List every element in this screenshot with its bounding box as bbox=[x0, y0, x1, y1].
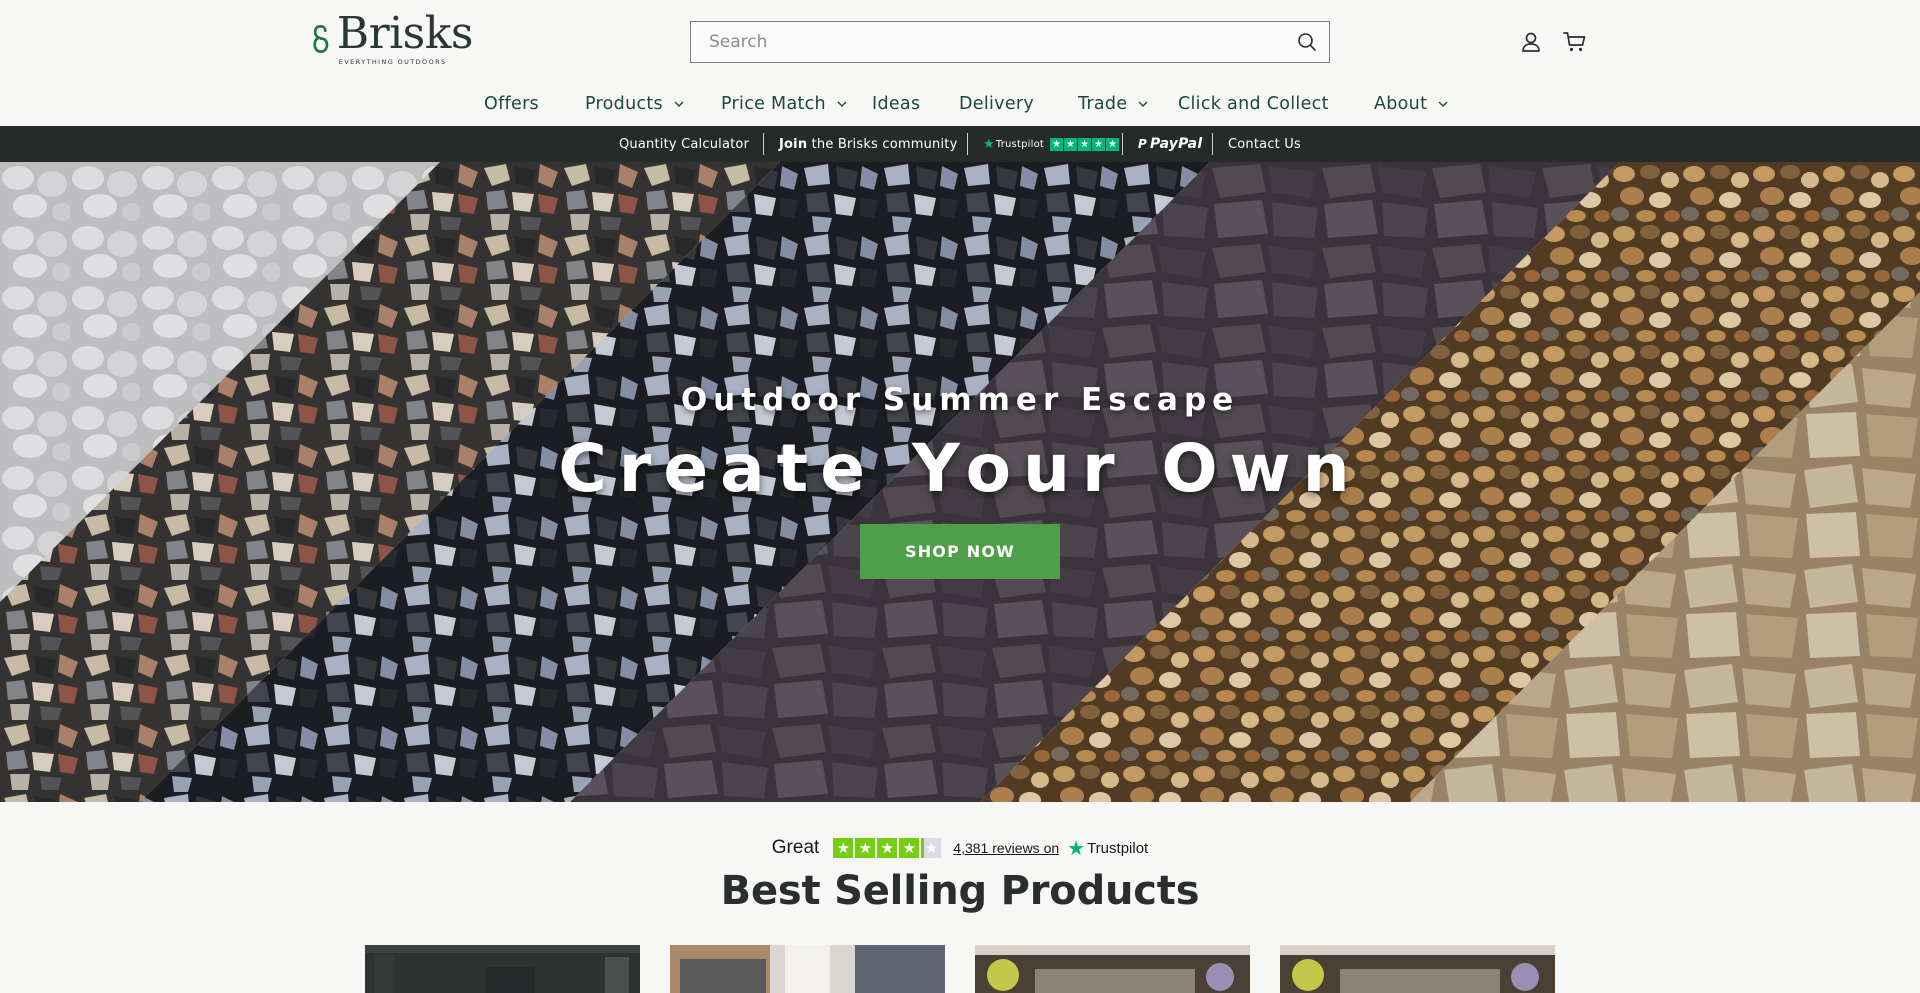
search-button[interactable] bbox=[1285, 22, 1329, 62]
star-icon: ★ bbox=[1092, 137, 1106, 151]
search-icon bbox=[1298, 33, 1316, 51]
chevron-down-icon bbox=[1438, 101, 1448, 107]
section-title: Best Selling Products bbox=[720, 868, 1200, 914]
nav-item-label: Delivery bbox=[959, 94, 1035, 114]
trustpilot-logo[interactable]: ★ Trustpilot bbox=[1067, 836, 1148, 861]
trustpilot-star-icon: ★ bbox=[1067, 837, 1086, 860]
star-icon: ★ bbox=[877, 838, 898, 858]
product-image bbox=[365, 945, 640, 993]
nav-item-label: Click and Collect bbox=[1178, 94, 1329, 114]
product-card[interactable] bbox=[1280, 945, 1555, 993]
star-icon: ★ bbox=[899, 838, 920, 858]
product-card[interactable] bbox=[670, 945, 945, 993]
divider bbox=[1122, 133, 1123, 155]
reviews-link[interactable]: 4,381 reviews on bbox=[953, 840, 1059, 856]
main-nav: Offers Products Price Match Ideas Delive… bbox=[0, 90, 1920, 118]
star-icon: ★ bbox=[833, 838, 854, 858]
nav-item-click-and-collect[interactable]: Click and Collect bbox=[1178, 90, 1329, 118]
hero-title: Create Your Own bbox=[558, 430, 1362, 507]
quantity-calculator-link[interactable]: Quantity Calculator bbox=[619, 126, 749, 162]
nav-item-ideas[interactable]: Ideas bbox=[872, 90, 920, 118]
nav-item-products[interactable]: Products bbox=[585, 90, 685, 118]
nav-item-trade[interactable]: Trade bbox=[1078, 90, 1149, 118]
nav-item-offers[interactable]: Offers bbox=[484, 90, 539, 118]
divider bbox=[967, 133, 968, 155]
star-icon: ★ bbox=[1078, 137, 1092, 151]
nav-item-about[interactable]: About bbox=[1374, 90, 1449, 118]
nav-item-price-match[interactable]: Price Match bbox=[721, 90, 848, 118]
search-input[interactable] bbox=[691, 22, 1285, 62]
divider bbox=[1212, 133, 1213, 155]
product-image bbox=[975, 945, 1250, 993]
star-icon: ★ bbox=[1050, 137, 1064, 151]
star-icon: ★ bbox=[1106, 137, 1120, 151]
trustpilot-widget: Great ★ ★ ★ ★ ★ 4,381 reviews on ★ Trust… bbox=[0, 836, 1920, 860]
nav-item-label: Trade bbox=[1078, 94, 1128, 114]
nav-item-label: Products bbox=[585, 94, 663, 114]
nav-item-label: Offers bbox=[484, 94, 539, 114]
join-community-link[interactable]: Join the Brisks community bbox=[779, 126, 957, 162]
search-bar bbox=[690, 21, 1330, 63]
chevron-down-icon bbox=[674, 101, 684, 107]
logo-name: Brisks bbox=[336, 8, 474, 59]
trustpilot-stars: ★ ★ ★ ★ ★ bbox=[1050, 137, 1120, 151]
nav-item-label: About bbox=[1374, 94, 1428, 114]
trustpilot-star-icon: ★ bbox=[983, 136, 995, 152]
divider bbox=[763, 133, 764, 155]
shop-now-button[interactable]: SHOP NOW bbox=[860, 524, 1060, 579]
star-icon: ★ bbox=[855, 838, 876, 858]
nav-item-delivery[interactable]: Delivery bbox=[959, 90, 1034, 118]
nav-item-label: Price Match bbox=[721, 94, 826, 114]
rating-stars: ★ ★ ★ ★ ★ bbox=[833, 838, 942, 858]
star-icon: ★ bbox=[921, 838, 942, 858]
logo-tagline: EVERYTHING OUTDOORS bbox=[338, 58, 447, 66]
contact-us-link[interactable]: Contact Us bbox=[1228, 126, 1301, 162]
trustpilot-link[interactable]: ★ Trustpilot ★ ★ ★ ★ ★ bbox=[983, 126, 1120, 162]
cart-button[interactable] bbox=[1561, 28, 1589, 56]
product-card[interactable] bbox=[365, 945, 640, 993]
hero-banner: Outdoor Summer Escape Create Your Own SH… bbox=[0, 162, 1920, 802]
chevron-down-icon bbox=[837, 101, 847, 107]
product-image bbox=[1280, 945, 1555, 993]
announcement-bar: Quantity Calculator Join the Brisks comm… bbox=[0, 126, 1920, 162]
logo-mark-icon bbox=[313, 25, 329, 53]
rating-word: Great bbox=[771, 837, 820, 858]
paypal-link[interactable]: 𝙋 PayPal bbox=[1138, 126, 1202, 162]
paypal-icon: 𝙋 bbox=[1138, 137, 1147, 151]
brisks-logo[interactable]: Brisks EVERYTHING OUTDOORS bbox=[313, 6, 474, 72]
product-image bbox=[670, 945, 945, 993]
chevron-down-icon bbox=[1138, 101, 1148, 107]
user-icon bbox=[1522, 32, 1540, 52]
account-button[interactable] bbox=[1517, 28, 1545, 56]
site-header: Brisks EVERYTHING OUTDOORS Offers bbox=[0, 0, 1920, 126]
nav-item-label: Ideas bbox=[872, 94, 921, 114]
cart-icon bbox=[1563, 32, 1586, 52]
star-icon: ★ bbox=[1064, 137, 1078, 151]
product-card[interactable] bbox=[975, 945, 1250, 993]
hero-subtitle: Outdoor Summer Escape bbox=[680, 382, 1240, 418]
